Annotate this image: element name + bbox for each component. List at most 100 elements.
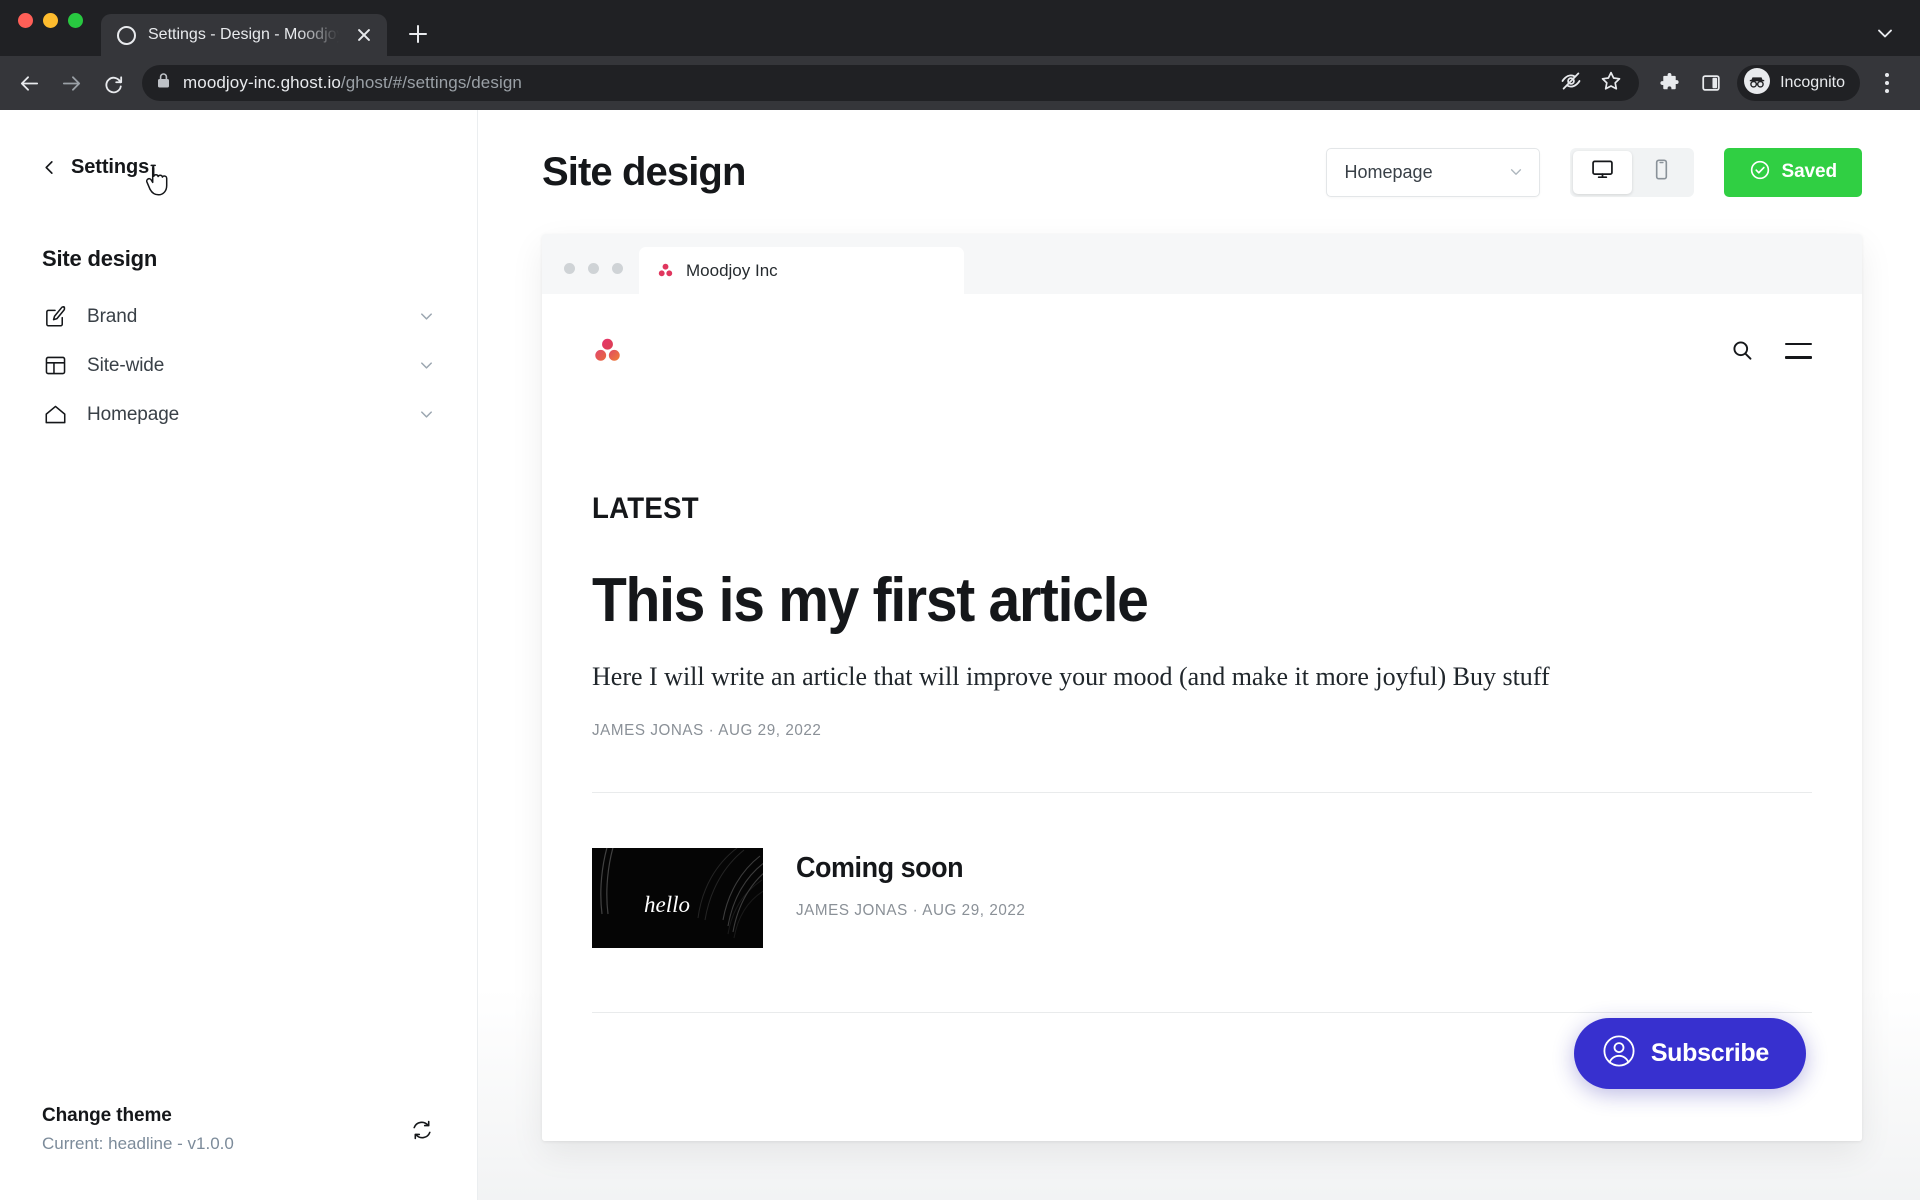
side-panel-icon[interactable] (1693, 65, 1729, 101)
post-divider (592, 1012, 1812, 1014)
desktop-preview-button[interactable] (1572, 150, 1632, 194)
mouse-cursor-pointer (146, 164, 172, 198)
lock-icon (156, 72, 171, 94)
moodjoy-three-dots-logo[interactable] (592, 335, 623, 366)
star-icon[interactable] (1599, 69, 1623, 98)
back-to-settings-link[interactable]: Settings (42, 156, 168, 196)
save-button-label: Saved (1781, 161, 1838, 182)
app-page: Settings Site design Brand Site-wide Hom… (0, 110, 1920, 1200)
hamburger-icon[interactable] (1785, 342, 1812, 359)
home-icon (42, 402, 68, 428)
three-dot-menu-icon[interactable] (1870, 65, 1904, 101)
mobile-icon (1649, 157, 1674, 187)
chevron-left-icon (42, 160, 57, 175)
sidebar-item-label: Brand (87, 305, 138, 327)
post-list-item[interactable]: hello Coming soon JAMES JONAS · AUG 29, … (592, 848, 1812, 949)
browser-tab[interactable]: Settings - Design - Moodjoy In (101, 14, 387, 56)
sidebar-nav: Brand Site-wide Homepage (42, 292, 435, 439)
preview-dot (612, 263, 623, 274)
featured-post-excerpt: Here I will write an article that will i… (592, 662, 1550, 692)
chevron-down-icon (1508, 164, 1524, 180)
site-body: LATEST This is my first article Here I w… (591, 492, 1813, 1014)
device-preview-toggle (1569, 147, 1694, 197)
chevron-down-icon[interactable] (418, 406, 435, 423)
address-bar-url: moodjoy-inc.ghost.io/ghost/#/settings/de… (183, 73, 522, 92)
brand-pen-icon (42, 304, 68, 330)
minimize-window-button[interactable] (43, 12, 58, 28)
layout-icon (42, 353, 68, 379)
browser-window: Settings - Design - Moodjoy In moodjoy-i… (0, 0, 1920, 1200)
moodjoy-dots-icon (657, 262, 674, 279)
sidebar-item-homepage[interactable]: Homepage (42, 390, 435, 439)
mobile-preview-button[interactable] (1632, 151, 1691, 194)
meta-separator: · (912, 902, 919, 920)
search-icon[interactable] (1730, 338, 1755, 363)
subscribe-button[interactable]: Subscribe (1573, 1018, 1806, 1089)
post-thumbnail-word: hello (644, 892, 690, 918)
section-label-latest: LATEST (592, 492, 699, 525)
chevron-down-icon[interactable] (1874, 22, 1896, 44)
back-arrow-icon[interactable] (10, 64, 48, 102)
featured-post-title[interactable]: This is my first article (592, 568, 1714, 633)
sidebar-title: Site design (42, 246, 158, 271)
post-date: AUG 29, 2022 (922, 902, 1026, 920)
sidebar-item-brand[interactable]: Brand (42, 292, 435, 341)
post-list-item-meta: JAMES JONAS · AUG 29, 2022 (796, 902, 1025, 920)
post-author: JAMES JONAS (796, 902, 908, 920)
post-list-item-title: Coming soon (796, 852, 964, 885)
site-preview-content: LATEST This is my first article Here I w… (542, 294, 1862, 1141)
change-theme-text: Change theme Current: headline - v1.0.0 (42, 1105, 409, 1154)
featured-post-author: JAMES JONAS (592, 722, 704, 740)
chevron-down-icon[interactable] (418, 357, 435, 374)
design-header: Site design Homepage Saved (478, 110, 1920, 234)
site-header-icons (1730, 338, 1812, 363)
post-divider (592, 792, 1812, 794)
header-controls: Homepage Saved (1325, 147, 1862, 197)
preview-dot (564, 263, 575, 274)
save-button[interactable]: Saved (1723, 147, 1862, 197)
site-header (591, 294, 1813, 407)
browser-tab-title: Settings - Design - Moodjoy In (148, 26, 341, 43)
forward-arrow-icon[interactable] (52, 64, 90, 102)
meta-separator: · (708, 722, 715, 740)
address-bar[interactable]: moodjoy-inc.ghost.io/ghost/#/settings/de… (142, 65, 1640, 101)
browser-toolbar: moodjoy-inc.ghost.io/ghost/#/settings/de… (0, 56, 1920, 110)
user-circle-icon (1602, 1034, 1636, 1073)
site-preview-card: Moodjoy Inc LATEST This is my first arti… (542, 234, 1862, 1141)
reload-icon[interactable] (94, 64, 132, 102)
back-link-label: Settings (71, 156, 150, 178)
incognito-avatar-icon (1743, 67, 1771, 100)
sidebar-item-site-wide[interactable]: Site-wide (42, 341, 435, 390)
preview-dot (588, 263, 599, 274)
site-preview-wrapper: Moodjoy Inc LATEST This is my first arti… (478, 234, 1920, 1200)
maximize-window-button[interactable] (68, 12, 83, 28)
post-list-item-body: Coming soon JAMES JONAS · AUG 29, 2022 (796, 848, 1038, 920)
page-select-dropdown[interactable]: Homepage (1325, 147, 1540, 197)
sidebar-item-label: Homepage (87, 403, 180, 425)
ghost-circle-icon (117, 25, 136, 45)
puzzle-piece-icon[interactable] (1651, 65, 1687, 101)
preview-browser-chrome: Moodjoy Inc (542, 234, 1862, 294)
current-theme-label: Current: headline - v1.0.0 (42, 1134, 234, 1153)
profile-label: Incognito (1780, 74, 1845, 91)
preview-tab: Moodjoy Inc (639, 247, 964, 294)
check-circle-icon (1749, 159, 1771, 186)
new-tab-button[interactable] (399, 15, 437, 53)
refresh-icon[interactable] (409, 1117, 435, 1143)
browser-tabstrip: Settings - Design - Moodjoy In (0, 0, 1920, 56)
eye-off-icon[interactable] (1559, 69, 1583, 98)
settings-sidebar: Settings Site design Brand Site-wide Hom… (0, 110, 478, 1200)
design-main: Site design Homepage Saved Moodjoy Inc L… (478, 110, 1920, 1200)
sidebar-item-label: Site-wide (87, 354, 165, 376)
page-select-value: Homepage (1344, 161, 1433, 182)
preview-traffic-lights (564, 263, 639, 294)
featured-post-meta: JAMES JONAS · AUG 29, 2022 (592, 722, 1751, 740)
toolbar-icons: Incognito (1651, 65, 1904, 101)
chevron-down-icon[interactable] (418, 308, 435, 325)
close-window-button[interactable] (18, 12, 33, 28)
close-tab-button[interactable] (353, 24, 375, 46)
featured-post-date: AUG 29, 2022 (718, 722, 822, 740)
post-thumbnail: hello (592, 848, 763, 949)
change-theme-section[interactable]: Change theme Current: headline - v1.0.0 (42, 1105, 435, 1154)
profile-incognito-button[interactable]: Incognito (1737, 65, 1860, 101)
